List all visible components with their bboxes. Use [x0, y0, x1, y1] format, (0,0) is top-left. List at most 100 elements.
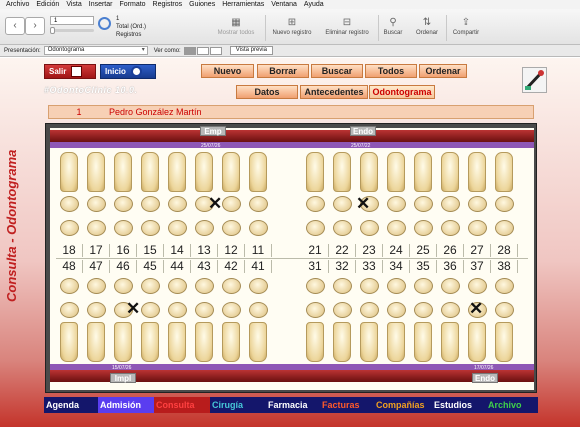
tab-odontograma[interactable]: Odontograma [369, 85, 435, 99]
new-record-button[interactable]: ⊞ Nuevo registro [268, 17, 316, 36]
tooth-14[interactable] [168, 152, 186, 192]
salir-button[interactable]: Salir [44, 64, 96, 79]
tooth-number-36[interactable]: 36 [437, 260, 464, 273]
show-all-button[interactable]: ▦ Mostrar todos [210, 17, 262, 36]
tooth-number-34[interactable]: 34 [383, 260, 410, 273]
nav-companias[interactable]: Compañías [374, 397, 432, 413]
tooth-27[interactable] [468, 152, 486, 192]
tooth-33[interactable] [360, 322, 378, 362]
layout-select[interactable]: Odontograma ▾ [43, 46, 148, 55]
endo-lower-tag[interactable]: Endo [472, 373, 498, 383]
tooth-crown-34[interactable] [387, 278, 406, 294]
view-form-button[interactable] [183, 46, 196, 55]
borrar-button[interactable]: Borrar [257, 64, 309, 78]
share-button[interactable]: ⇪ Compartir [448, 17, 484, 36]
menu-edicion[interactable]: Edición [36, 1, 59, 8]
tooth-crown-43[interactable] [195, 302, 214, 318]
menu-herramientas[interactable]: Herramientas [222, 1, 264, 8]
inicio-button[interactable]: Inicio [100, 64, 156, 79]
tooth-crown-37[interactable] [468, 278, 487, 294]
tooth-35[interactable] [414, 322, 432, 362]
tooth-42[interactable] [222, 322, 240, 362]
tooth-number-22[interactable]: 22 [329, 244, 356, 257]
tooth-crown-32[interactable] [333, 302, 352, 318]
endo-upper-tag[interactable]: Endo [350, 126, 376, 136]
tooth-number-38[interactable]: 38 [491, 260, 518, 273]
tooth-crown-21[interactable] [306, 220, 325, 236]
tooth-crown-31[interactable] [306, 302, 325, 318]
tooth-crown-28[interactable] [495, 220, 514, 236]
tooth-crown-25[interactable] [414, 220, 433, 236]
tooth-number-27[interactable]: 27 [464, 244, 491, 257]
menu-guiones[interactable]: Guiones [189, 1, 215, 8]
tooth-crown-21[interactable] [306, 196, 325, 212]
tooth-crown-12[interactable] [222, 196, 241, 212]
record-number-field[interactable]: 1 [50, 16, 94, 25]
tooth-crown-41[interactable] [249, 278, 268, 294]
nav-consulta[interactable]: Consulta [154, 397, 210, 413]
tooth-crown-35[interactable] [414, 278, 433, 294]
menu-ayuda[interactable]: Ayuda [304, 1, 324, 8]
tooth-crown-15[interactable] [141, 220, 160, 236]
tooth-number-46[interactable]: 46 [110, 260, 137, 273]
delete-record-button[interactable]: ⊟ Eliminar registro [318, 17, 376, 36]
tooth-crown-24[interactable] [387, 220, 406, 236]
tooth-number-14[interactable]: 14 [164, 244, 191, 257]
tooth-crown-47[interactable] [87, 278, 106, 294]
nav-agenda[interactable]: Agenda [44, 397, 98, 413]
tooth-crown-14[interactable] [168, 196, 187, 212]
tooth-45[interactable] [141, 322, 159, 362]
nuevo-button[interactable]: Nuevo [201, 64, 254, 78]
nav-archivo[interactable]: Archivo [486, 397, 538, 413]
tooth-number-47[interactable]: 47 [83, 260, 110, 273]
tooth-crown-33[interactable] [360, 302, 379, 318]
nav-farmacia[interactable]: Farmacia [266, 397, 320, 413]
tooth-34[interactable] [387, 322, 405, 362]
tooth-43[interactable] [195, 322, 213, 362]
tooth-number-23[interactable]: 23 [356, 244, 383, 257]
tooth-number-21[interactable]: 21 [302, 244, 329, 257]
tooth-crown-36[interactable] [441, 278, 460, 294]
emp-tag[interactable]: Emp [200, 126, 226, 136]
tooth-22[interactable] [333, 152, 351, 192]
tooth-crown-44[interactable] [168, 278, 187, 294]
tooth-crown-22[interactable] [333, 196, 352, 212]
tooth-48[interactable] [60, 322, 78, 362]
tooth-number-37[interactable]: 37 [464, 260, 491, 273]
tooth-28[interactable] [495, 152, 513, 192]
tooth-crown-38[interactable] [495, 302, 514, 318]
impl-tag[interactable]: Impl [110, 373, 136, 383]
tooth-crown-38[interactable] [495, 278, 514, 294]
tooth-number-33[interactable]: 33 [356, 260, 383, 273]
tooth-number-28[interactable]: 28 [491, 244, 518, 257]
tooth-number-42[interactable]: 42 [218, 260, 245, 273]
tooth-11[interactable] [249, 152, 267, 192]
tooth-25[interactable] [414, 152, 432, 192]
tooth-number-13[interactable]: 13 [191, 244, 218, 257]
tooth-crown-45[interactable] [141, 302, 160, 318]
tooth-41[interactable] [249, 322, 267, 362]
tooth-18[interactable] [60, 152, 78, 192]
tooth-number-25[interactable]: 25 [410, 244, 437, 257]
tooth-crown-33[interactable] [360, 278, 379, 294]
tooth-crown-47[interactable] [87, 302, 106, 318]
tooth-crown-12[interactable] [222, 220, 241, 236]
next-record-button[interactable]: › [25, 17, 45, 35]
tooth-31[interactable] [306, 322, 324, 362]
tooth-crown-18[interactable] [60, 196, 79, 212]
view-table-button[interactable] [209, 46, 222, 55]
tooth-47[interactable] [87, 322, 105, 362]
tooth-crown-35[interactable] [414, 302, 433, 318]
tooth-crown-11[interactable] [249, 220, 268, 236]
tooth-17[interactable] [87, 152, 105, 192]
tooth-crown-34[interactable] [387, 302, 406, 318]
tooth-crown-28[interactable] [495, 196, 514, 212]
todos-button[interactable]: Todos [365, 64, 417, 78]
menu-archivo[interactable]: Archivo [6, 1, 29, 8]
tab-datos[interactable]: Datos [236, 85, 298, 99]
preview-button[interactable]: Vista previa [229, 46, 273, 55]
view-list-button[interactable] [196, 46, 209, 55]
tooth-number-12[interactable]: 12 [218, 244, 245, 257]
tooth-number-43[interactable]: 43 [191, 260, 218, 273]
tooth-crown-14[interactable] [168, 220, 187, 236]
